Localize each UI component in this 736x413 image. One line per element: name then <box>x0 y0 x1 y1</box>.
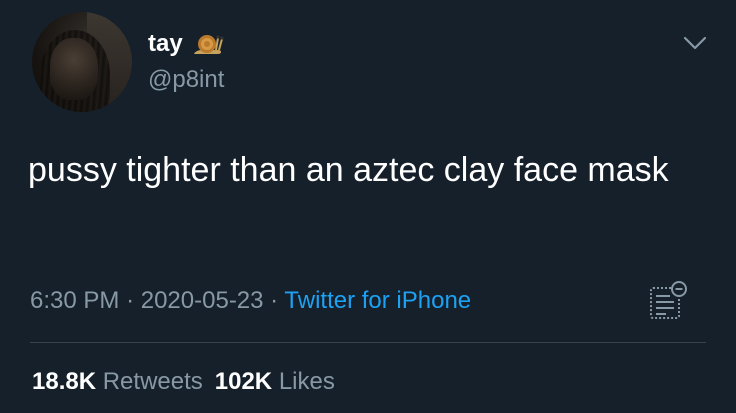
tweet-stats: 18.8K Retweets 102K Likes <box>32 366 335 398</box>
chevron-down-icon[interactable] <box>680 30 710 56</box>
retweets-label: Retweets <box>102 368 203 395</box>
likes-label: Likes <box>278 368 335 395</box>
tweet-card: tay @p8int pussy tighter than an aztec c… <box>0 0 736 413</box>
tweet-source-link[interactable]: Twitter for iPhone <box>284 287 471 314</box>
likes-stat[interactable]: 102K Likes <box>215 368 335 395</box>
meta-separator: · <box>126 287 135 314</box>
tweet-text: pussy tighter than an aztec clay face ma… <box>28 151 669 189</box>
name-row: tay <box>148 29 224 59</box>
retweets-stat[interactable]: 18.8K Retweets <box>32 368 203 395</box>
tweet-meta: 6:30 PM · 2020-05-23 · Twitter for iPhon… <box>30 284 471 318</box>
divider <box>30 342 706 343</box>
avatar-face <box>50 38 98 100</box>
user-handle[interactable]: @p8int <box>148 65 224 95</box>
meta-separator: · <box>270 287 279 314</box>
tweet-time[interactable]: 6:30 PM <box>30 287 119 314</box>
snail-icon <box>193 35 224 54</box>
tweet-date[interactable]: 2020-05-23 <box>141 287 264 314</box>
display-name[interactable]: tay <box>148 29 183 59</box>
avatar[interactable] <box>32 12 132 112</box>
analytics-icon[interactable] <box>646 280 690 322</box>
retweets-count: 18.8K <box>32 368 97 395</box>
likes-count: 102K <box>214 368 273 395</box>
